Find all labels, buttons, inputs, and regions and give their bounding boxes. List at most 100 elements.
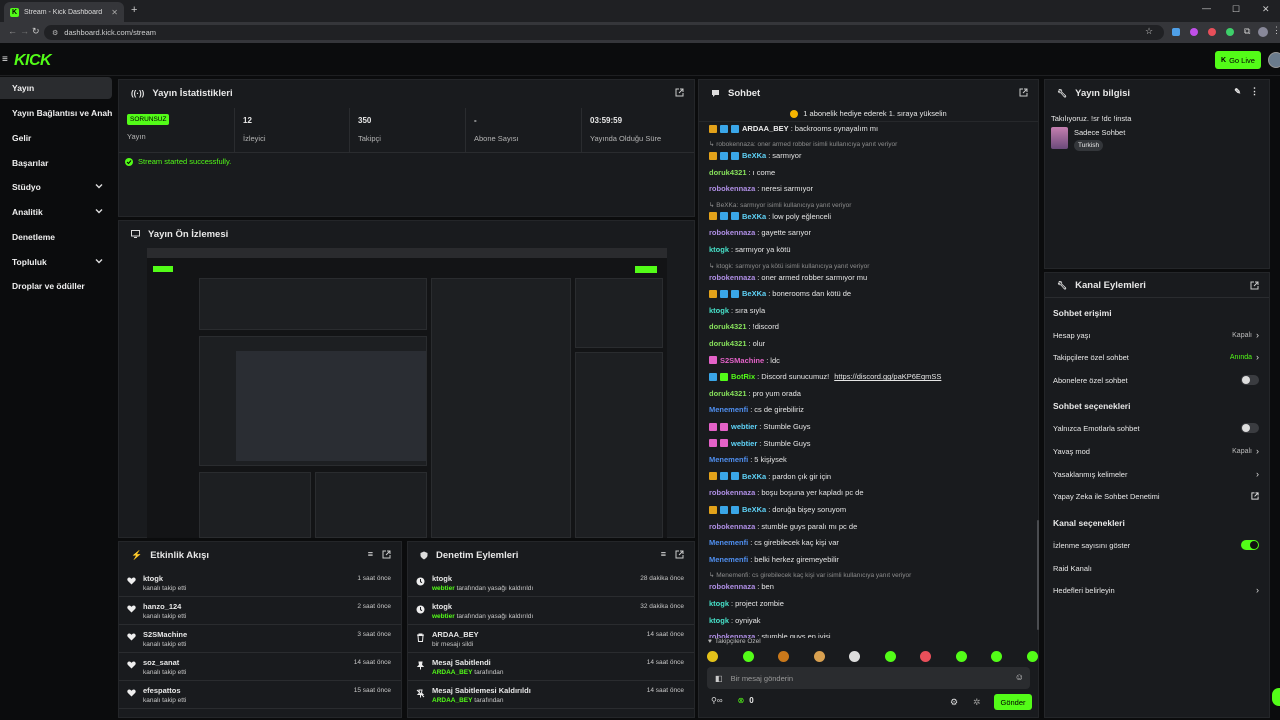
- chat-message[interactable]: webtier: Stumble Guys: [709, 422, 810, 431]
- chat-message[interactable]: Menemenfi: cs girebilecek kaç kişi var: [709, 538, 839, 547]
- extension-icon-4[interactable]: [1226, 28, 1234, 36]
- stream-preview-video[interactable]: [147, 248, 667, 538]
- slow-mode-setting[interactable]: Yavaş mod Kapalı ›: [1053, 444, 1259, 458]
- emote-icon[interactable]: [707, 651, 718, 662]
- back-icon[interactable]: ←: [8, 26, 17, 36]
- chat-message[interactable]: Menemenfi:5 kişiysek: [709, 455, 787, 464]
- settings-gear-icon[interactable]: ⚙: [950, 697, 958, 708]
- maximize-icon[interactable]: ☐: [1232, 4, 1240, 15]
- gift-sub-banner[interactable]: 1 abonelik hediye ederek 1. sıraya yükse…: [699, 106, 1038, 122]
- extension-icon-1[interactable]: [1172, 28, 1180, 36]
- chat-username[interactable]: robokennaza: [709, 582, 755, 591]
- chat-username[interactable]: webtier: [731, 422, 757, 431]
- chat-message[interactable]: BotRix: Discord sunucumuz! https://discord…: [709, 372, 941, 381]
- extension-icon-3[interactable]: [1208, 28, 1216, 36]
- filter-icon[interactable]: ≡: [368, 549, 373, 559]
- close-window-icon[interactable]: ✕: [1262, 4, 1270, 15]
- filter-icon[interactable]: ≡: [661, 549, 666, 559]
- emote-icon[interactable]: [849, 651, 860, 662]
- reload-icon[interactable]: ↻: [32, 26, 40, 37]
- chat-username[interactable]: BeXKa: [742, 505, 766, 514]
- followers-only-setting[interactable]: Takipçilere özel sohbet Anında ›: [1053, 350, 1259, 364]
- chat-username[interactable]: BotRix: [731, 372, 755, 381]
- chat-message[interactable]: robokennaza: gayette sarıyor: [709, 228, 811, 237]
- chat-message[interactable]: robokennaza: ben: [709, 582, 774, 591]
- chat-message[interactable]: BeXKa: doruğa bişey soruyom: [709, 505, 846, 514]
- chat-username[interactable]: Menemenfi: [709, 455, 748, 464]
- popout-icon[interactable]: [1250, 281, 1259, 290]
- set-goals-setting[interactable]: Hedefleri belirleyin ›: [1053, 583, 1259, 597]
- popout-icon[interactable]: [1019, 88, 1028, 97]
- sidebar-item-droplar[interactable]: Droplar ve ödüller: [0, 275, 112, 297]
- raid-channel-setting[interactable]: Raid Kanalı: [1053, 561, 1259, 575]
- sidebar-item-yayin[interactable]: Yayın: [0, 77, 112, 99]
- extension-icon-2[interactable]: [1190, 28, 1198, 36]
- show-viewers-toggle[interactable]: [1241, 540, 1259, 550]
- browser-tab[interactable]: K Stream - Kick Dashboard ✕: [4, 2, 124, 22]
- menu-dots-icon[interactable]: ⋮: [1272, 25, 1280, 36]
- chat-message[interactable]: Menemenfi: belki herkez giremeyebilir: [709, 555, 839, 564]
- emote-only-toggle[interactable]: [1241, 423, 1259, 433]
- list-item[interactable]: soz_sanat kanalı takip etti 14 saat önce: [119, 653, 401, 681]
- chat-username[interactable]: ktogk: [709, 616, 729, 625]
- chat-username[interactable]: doruk4321: [709, 168, 747, 177]
- emote-icon[interactable]: [813, 651, 825, 662]
- mod-tools-icon[interactable]: ✲: [973, 697, 981, 708]
- category-name[interactable]: Sadece Sohbet: [1074, 128, 1125, 137]
- help-chat-button[interactable]: [1272, 688, 1280, 706]
- list-item[interactable]: ktogk webtier tarafından yasağı kaldırıld…: [408, 569, 694, 597]
- chat-username[interactable]: robokennaza: [709, 228, 755, 237]
- user-avatar[interactable]: [1268, 52, 1280, 68]
- chat-message[interactable]: BeXKa: low poly eğlenceli: [709, 212, 831, 221]
- send-button[interactable]: Gönder: [994, 694, 1032, 710]
- sidebar-item-topluluk[interactable]: Topluluk: [0, 251, 112, 273]
- list-item[interactable]: ktogk webtier tarafından yasağı kaldırıld…: [408, 597, 694, 625]
- emoji-picker-icon[interactable]: ☺: [1015, 672, 1024, 682]
- chat-message[interactable]: robokennaza: oner armed robber sarmıyor m…: [709, 273, 867, 282]
- chat-message[interactable]: doruk4321: pro yum orada: [709, 389, 801, 398]
- chat-username[interactable]: Menemenfi: [709, 405, 748, 414]
- chat-scrollbar[interactable]: [1037, 520, 1039, 630]
- chat-message[interactable]: robokennaza: neresi sarmıyor: [709, 184, 813, 193]
- popout-icon[interactable]: [382, 550, 391, 559]
- subs-only-toggle[interactable]: [1241, 375, 1259, 385]
- emote-icon[interactable]: [920, 651, 931, 662]
- chat-username[interactable]: ktogk: [709, 245, 729, 254]
- chat-message[interactable]: doruk4321: ı come: [709, 168, 775, 177]
- user-link-icon[interactable]: ⚲∞: [711, 696, 723, 705]
- chat-username[interactable]: Menemenfi: [709, 538, 748, 547]
- kick-logo[interactable]: KICK: [14, 52, 52, 70]
- site-info-icon[interactable]: ⚙: [52, 29, 58, 37]
- list-item[interactable]: Mesaj Sabitlemesi Kaldırıldı ARDAA_BEY ta…: [408, 681, 694, 709]
- chat-username[interactable]: robokennaza: [709, 522, 755, 531]
- chat-message[interactable]: BeXKa: bonerooms dan kötü de: [709, 289, 851, 298]
- chat-input[interactable]: ◧ Bir mesaj gönderin ☺: [707, 667, 1030, 689]
- popout-icon[interactable]: [675, 550, 684, 559]
- minimize-icon[interactable]: —: [1202, 3, 1211, 13]
- sidebar-item-denetleme[interactable]: Denetleme: [0, 226, 112, 248]
- popout-icon[interactable]: [675, 88, 684, 97]
- chat-message[interactable]: ARDAA_BEY: backrooms oynayalım mı: [709, 124, 878, 133]
- emote-icon[interactable]: [1026, 651, 1038, 662]
- chat-message[interactable]: S2SMachine: ldc: [709, 356, 780, 365]
- chat-message[interactable]: ktogk: project zombie: [709, 599, 784, 608]
- chat-username[interactable]: doruk4321: [709, 389, 747, 398]
- list-item[interactable]: ARDAA_BEY bir mesajı sildi 14 saat önce: [408, 625, 694, 653]
- list-item[interactable]: Mesaj Sabitlendi ARDAA_BEY tarafından 14 s…: [408, 653, 694, 681]
- more-dots-icon[interactable]: ⋮: [1250, 86, 1259, 97]
- chat-message[interactable]: BeXKa: pardon çık gir için: [709, 472, 831, 481]
- chat-message[interactable]: doruk4321: olur: [709, 339, 765, 348]
- extensions-puzzle-icon[interactable]: ⧉: [1244, 26, 1250, 37]
- sidebar-item-analitik[interactable]: Analitik: [0, 201, 112, 223]
- emote-icon[interactable]: [742, 651, 754, 662]
- emote-icon[interactable]: [955, 651, 967, 662]
- profile-icon[interactable]: [1258, 27, 1268, 37]
- chat-message[interactable]: robokennaza: stumble guys paralı mı pc de: [709, 522, 857, 531]
- chat-username[interactable]: BeXKa: [742, 472, 766, 481]
- chat-username[interactable]: robokennaza: [709, 184, 755, 193]
- hamburger-menu-icon[interactable]: ≡: [2, 54, 8, 65]
- chat-username[interactable]: Menemenfi: [709, 555, 748, 564]
- sidebar-item-basarilar[interactable]: Başarılar: [0, 152, 112, 174]
- close-tab-icon[interactable]: ✕: [111, 8, 118, 17]
- chat-message[interactable]: ktogk: sarmıyor ya kötü: [709, 245, 791, 254]
